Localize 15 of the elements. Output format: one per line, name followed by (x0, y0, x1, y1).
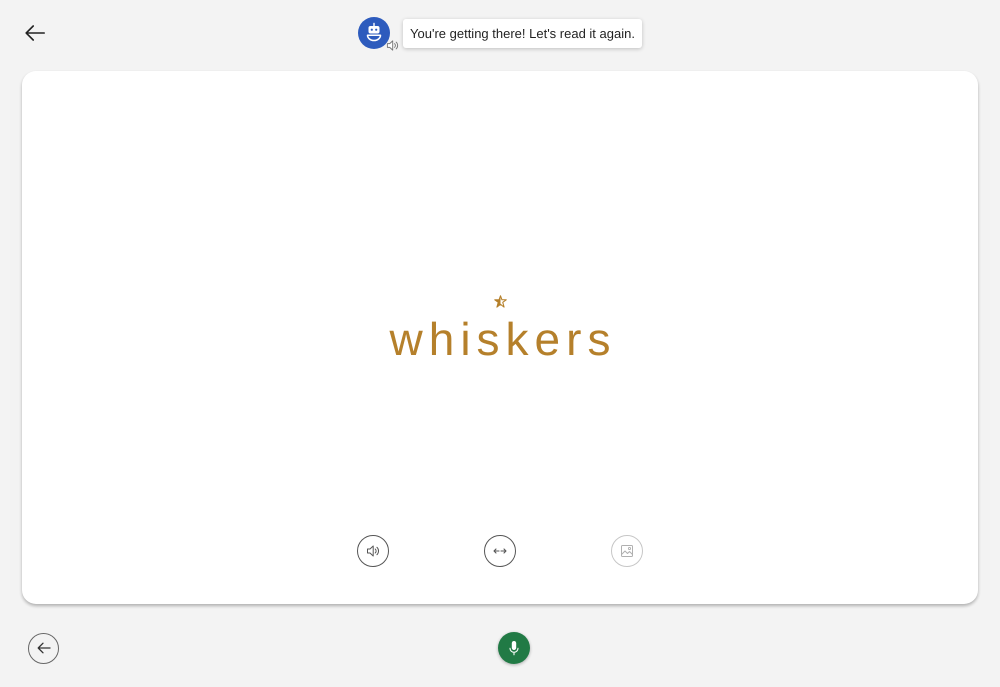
word-text: whiskers (388, 314, 616, 365)
robot-avatar-icon (358, 17, 390, 49)
image-icon (620, 544, 634, 558)
feedback-message: You're getting there! Let's read it again. (403, 18, 642, 48)
arrow-left-icon (36, 642, 50, 654)
microphone-icon (507, 640, 521, 656)
listen-button[interactable] (357, 535, 389, 567)
half-star-icon (494, 295, 506, 308)
speaker-icon (366, 544, 380, 558)
arrow-left-icon (25, 25, 45, 41)
speaker-icon (386, 39, 400, 52)
swap-button[interactable] (484, 535, 516, 567)
back-button[interactable] (24, 25, 46, 41)
microphone-button[interactable] (498, 632, 530, 664)
back-button[interactable] (28, 632, 59, 664)
